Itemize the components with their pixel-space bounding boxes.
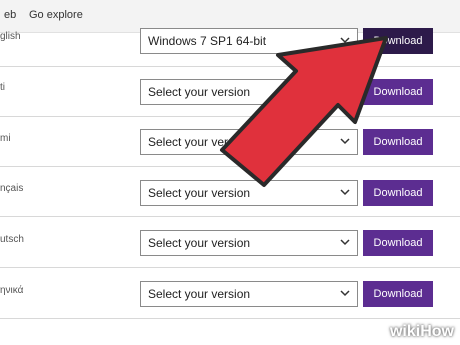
- row-divider: [0, 166, 460, 167]
- language-label-francais: nçais: [0, 183, 24, 194]
- version-select-value: Select your version: [148, 85, 251, 99]
- row-divider: [0, 216, 460, 217]
- version-select-english[interactable]: Windows 7 SP1 64-bit: [140, 28, 358, 54]
- version-select-value: Select your version: [148, 287, 251, 301]
- download-button-english[interactable]: Download: [363, 28, 433, 54]
- language-label-deutsch: utsch: [0, 234, 24, 245]
- chevron-down-icon: [340, 239, 350, 246]
- download-button-3[interactable]: Download: [363, 129, 433, 155]
- version-select-value: Windows 7 SP1 64-bit: [148, 34, 267, 48]
- version-select-3[interactable]: Select your version: [140, 129, 358, 155]
- chevron-down-icon: [340, 138, 350, 145]
- version-select-value: Select your version: [148, 186, 251, 200]
- chevron-down-icon: [340, 290, 350, 297]
- download-button-francais[interactable]: Download: [363, 180, 433, 206]
- version-select-value: Select your version: [148, 135, 251, 149]
- chevron-down-icon: [340, 88, 350, 95]
- row-divider: [0, 267, 460, 268]
- row-divider: [0, 318, 460, 319]
- language-label-2: ti: [0, 82, 5, 93]
- watermark: wikiHow: [389, 323, 454, 340]
- version-select-value: Select your version: [148, 236, 251, 250]
- version-select-2[interactable]: Select your version: [140, 79, 358, 105]
- language-label-greek: ηνικά: [0, 285, 24, 296]
- language-label-3: mi: [0, 133, 11, 144]
- version-select-francais[interactable]: Select your version: [140, 180, 358, 206]
- row-divider: [0, 66, 460, 67]
- language-label-english: glish: [0, 31, 21, 42]
- version-select-deutsch[interactable]: Select your version: [140, 230, 358, 256]
- chevron-down-icon: [340, 189, 350, 196]
- version-select-greek[interactable]: Select your version: [140, 281, 358, 307]
- nav-item-partial[interactable]: eb: [4, 9, 16, 21]
- nav-go-explore[interactable]: Go explore: [29, 9, 83, 21]
- row-divider: [0, 116, 460, 117]
- download-button-greek[interactable]: Download: [363, 281, 433, 307]
- download-button-deutsch[interactable]: Download: [363, 230, 433, 256]
- chevron-down-icon: [340, 37, 350, 44]
- download-button-2[interactable]: Download: [363, 79, 433, 105]
